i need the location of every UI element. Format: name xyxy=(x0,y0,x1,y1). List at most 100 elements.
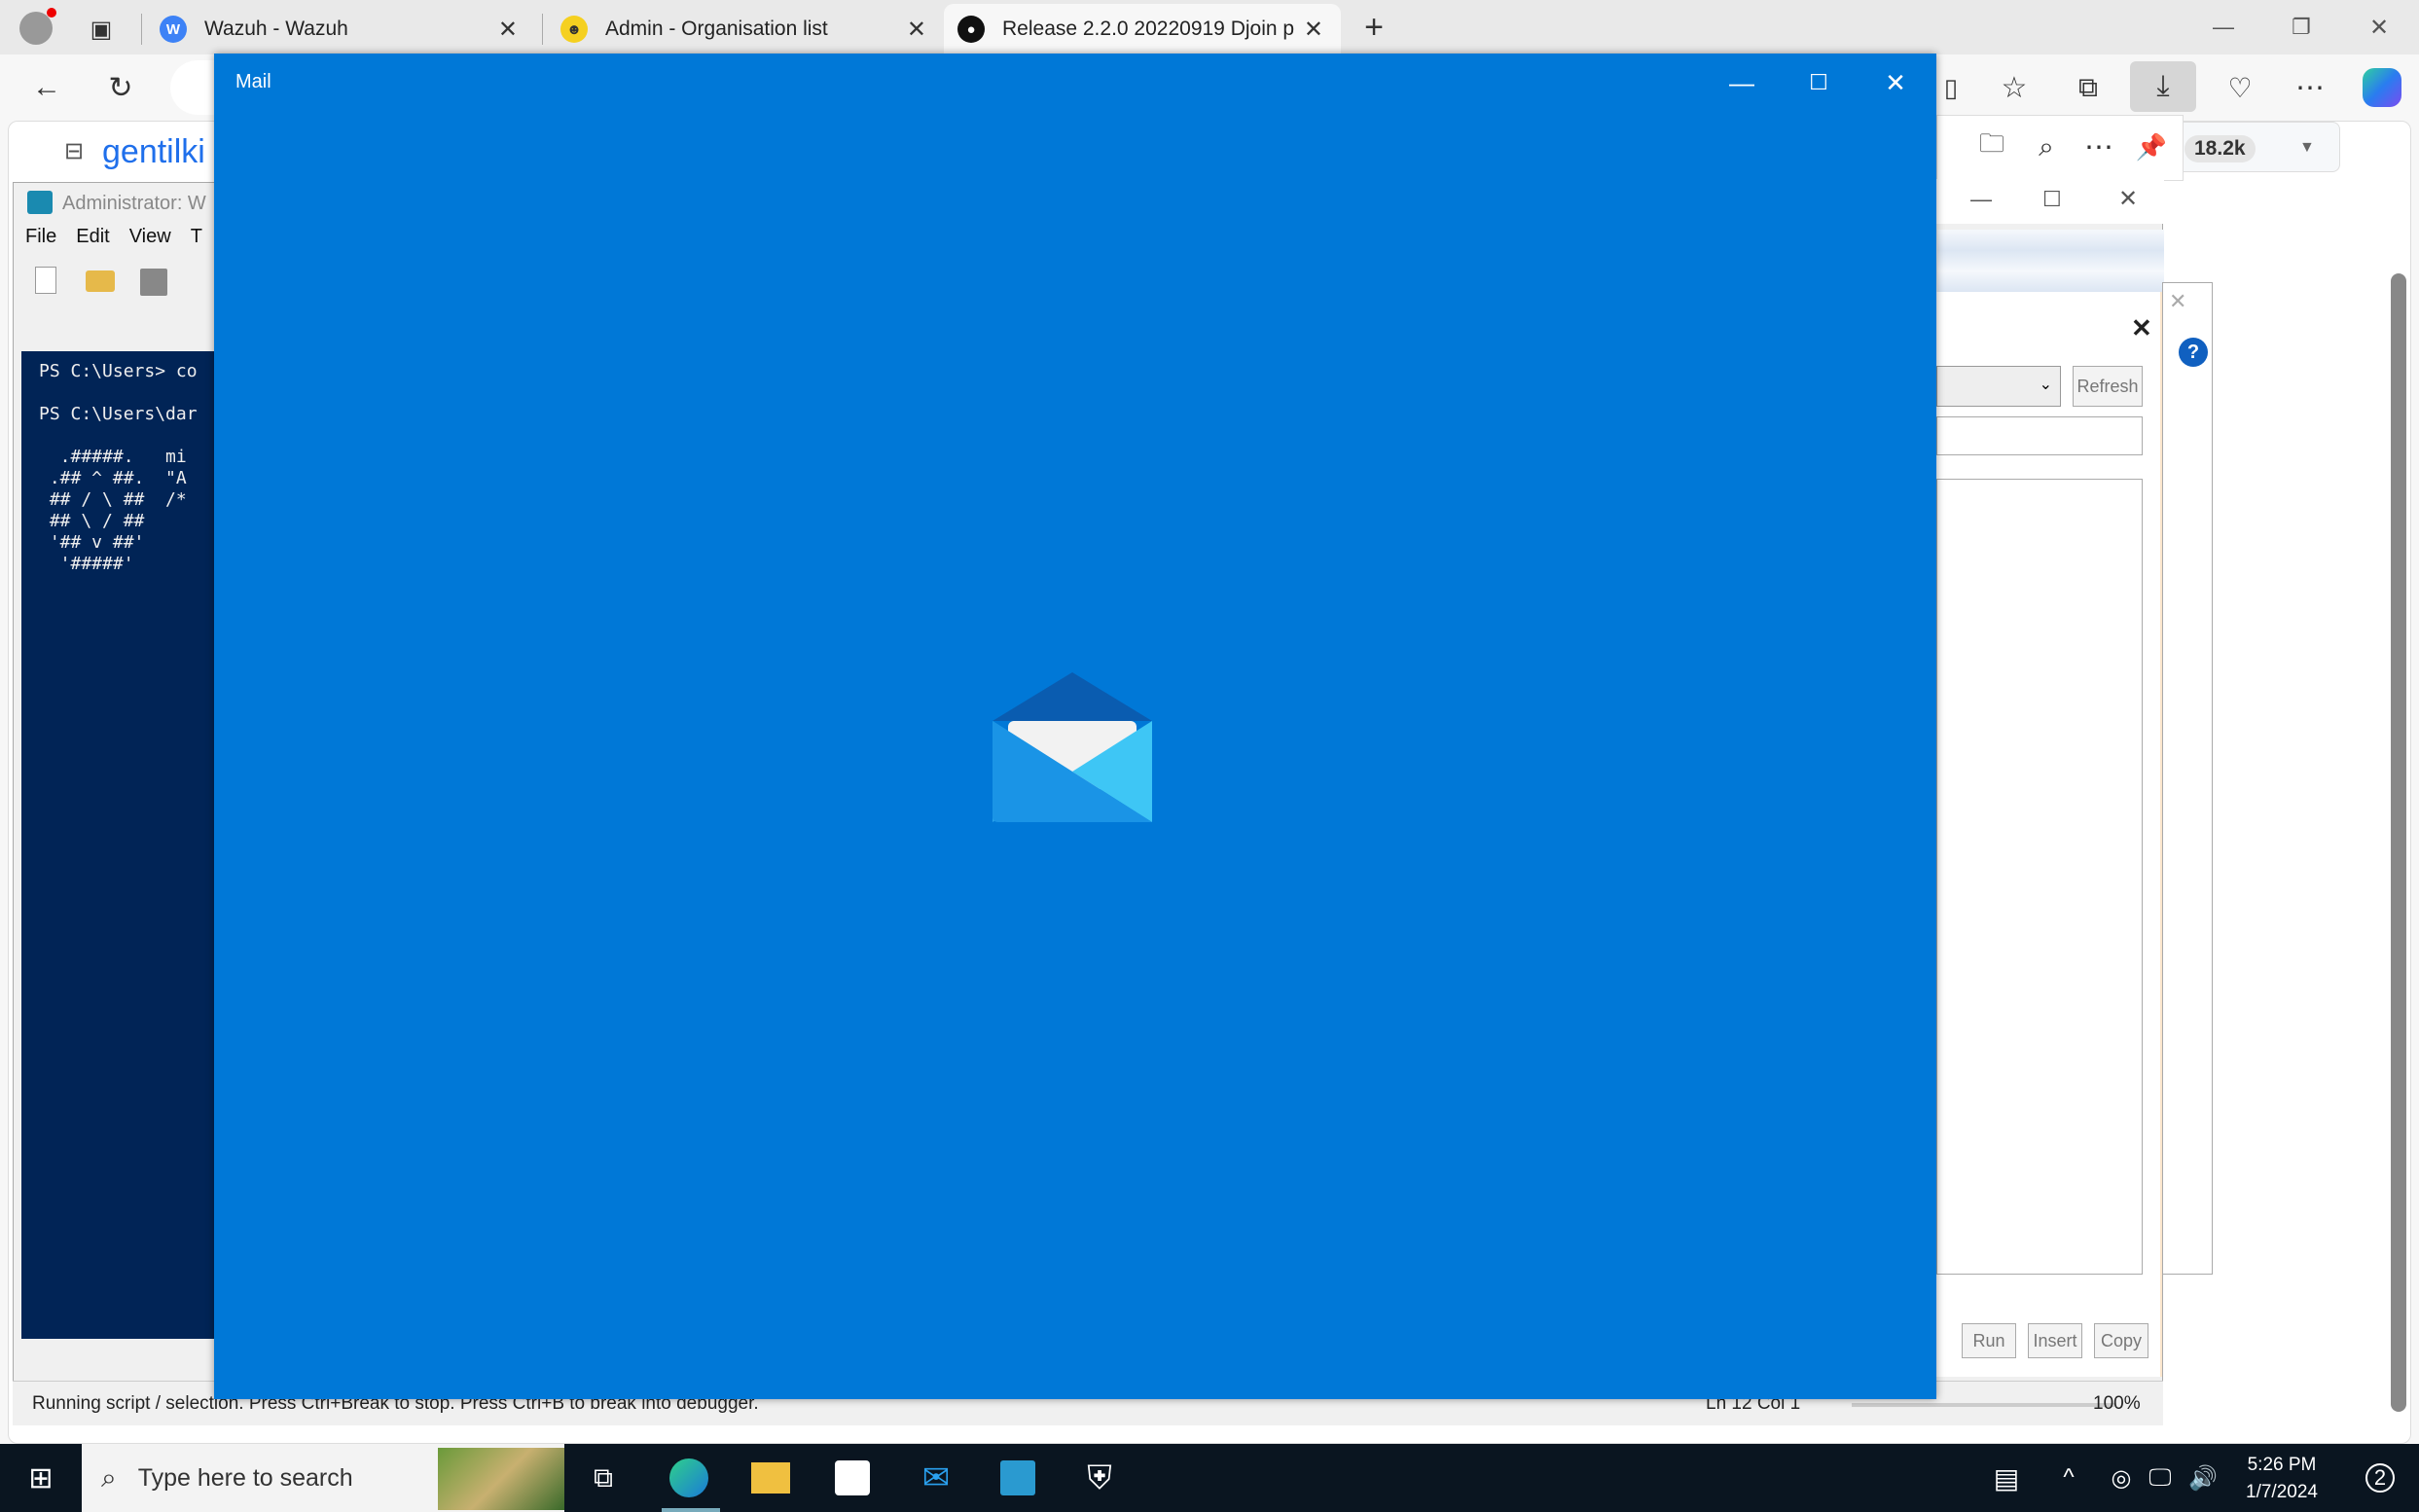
repo-icon: ⊟ xyxy=(63,137,85,164)
close-tab-icon[interactable]: ✕ xyxy=(498,16,518,44)
search-icon[interactable]: ⌕ xyxy=(2027,127,2066,166)
collections-icon[interactable]: ⧉ xyxy=(2065,66,2112,109)
console-line: PS C:\Users> co xyxy=(39,361,198,381)
github-icon: ● xyxy=(957,16,985,43)
browser-tab-bar: ▣ W Wazuh - Wazuh ✕ ☻ Admin - Organisatio… xyxy=(0,0,2419,54)
mail-icon[interactable]: ✉ xyxy=(901,1444,971,1512)
edge-icon[interactable] xyxy=(654,1444,724,1512)
file-explorer-icon[interactable] xyxy=(736,1444,806,1512)
menu-tools[interactable]: T xyxy=(191,226,202,255)
tab-release[interactable]: ● Release 2.2.0 20220919 Djoin pa ✕ xyxy=(944,4,1341,54)
run-button[interactable]: Run xyxy=(1962,1323,2016,1358)
back-icon[interactable]: ← xyxy=(25,66,68,109)
taskbar: ⊞ ⌕ Type here to search ⧉ ✉ ⛨ ▤ ^ ◎ 🖵 🔊 … xyxy=(0,1444,2419,1512)
pin-icon[interactable]: 📌 xyxy=(2132,127,2171,166)
volume-icon[interactable]: 🔊 xyxy=(2184,1444,2222,1512)
refresh-icon[interactable]: ↻ xyxy=(99,66,142,109)
console-line: '#####' xyxy=(39,554,134,574)
notifications-button[interactable]: 2 xyxy=(2345,1444,2415,1512)
active-indicator xyxy=(662,1508,720,1512)
console-line: ## / \ ## /* xyxy=(39,489,187,510)
close-tab-icon[interactable]: ✕ xyxy=(1304,16,1323,44)
console-line: '## v ##' xyxy=(39,532,145,553)
window-title: Administrator: W xyxy=(62,193,206,214)
close-tab-icon[interactable]: ✕ xyxy=(907,16,926,44)
clock[interactable]: 5:26 PM 1/7/2024 xyxy=(2228,1452,2335,1506)
insert-button[interactable]: Insert xyxy=(2028,1323,2082,1358)
close-pane-icon[interactable]: ✕ xyxy=(2131,313,2152,343)
admin-icon: ☻ xyxy=(560,16,588,43)
console-line: ## \ / ## xyxy=(39,511,145,531)
console-line: .#####. mi xyxy=(39,447,187,467)
save-icon[interactable] xyxy=(140,269,167,296)
start-button[interactable]: ⊞ xyxy=(6,1444,76,1512)
mail-window: Mail — ☐ ✕ xyxy=(214,54,1936,1399)
help-icon[interactable]: ? xyxy=(2179,338,2208,367)
name-input[interactable] xyxy=(1936,416,2143,455)
console-line: PS C:\Users\dar xyxy=(39,404,198,424)
show-hidden-icons[interactable]: ^ xyxy=(2049,1444,2088,1512)
more-icon[interactable]: ⋯ xyxy=(2287,66,2333,109)
menu-file[interactable]: File xyxy=(25,226,56,255)
notification-count: 2 xyxy=(2365,1463,2395,1493)
menu-view[interactable]: View xyxy=(129,226,171,255)
zoom-level: 100% xyxy=(2093,1393,2141,1414)
news-icon[interactable]: ▤ xyxy=(1971,1444,2041,1512)
console-pane[interactable]: PS C:\Users> co PS C:\Users\dar .#####. … xyxy=(21,351,216,1339)
module-select[interactable]: ⌄ xyxy=(1936,366,2061,407)
notification-dot xyxy=(47,8,56,18)
copilot-icon[interactable] xyxy=(2363,68,2401,107)
search-icon: ⌕ xyxy=(101,1461,117,1493)
refresh-button[interactable]: Refresh xyxy=(2073,366,2143,407)
minimize-icon[interactable]: — xyxy=(2199,10,2248,45)
clock-date: 1/7/2024 xyxy=(2246,1482,2318,1502)
minimize-icon[interactable]: — xyxy=(1713,63,1771,102)
ise-title-controls: — ☐ ✕ xyxy=(1935,179,2164,224)
network-icon[interactable]: 🖵 xyxy=(2141,1444,2180,1512)
tab-admin[interactable]: ☻ Admin - Organisation list ✕ xyxy=(547,4,944,54)
dropdown-icon[interactable]: ▼ xyxy=(2299,139,2315,157)
profile-avatar[interactable] xyxy=(19,12,53,45)
close-icon[interactable]: ✕ xyxy=(2118,185,2138,213)
browser-essentials-icon[interactable]: ♡ xyxy=(2217,66,2263,109)
task-view-icon[interactable]: ⧉ xyxy=(568,1444,638,1512)
store-icon[interactable] xyxy=(817,1444,887,1512)
repo-name-link[interactable]: gentilki xyxy=(102,133,205,171)
meet-now-icon[interactable]: ◎ xyxy=(2102,1444,2141,1512)
split-screen-icon[interactable]: ▯ xyxy=(1936,66,1966,109)
commands-list[interactable] xyxy=(1936,479,2143,1275)
mail-envelope-icon xyxy=(993,672,1152,822)
search-highlight-image xyxy=(438,1448,564,1510)
new-tab-button[interactable]: + xyxy=(1353,8,1395,47)
new-file-icon[interactable] xyxy=(35,267,56,294)
powershell-ise-icon[interactable] xyxy=(983,1444,1053,1512)
copy-button[interactable]: Copy xyxy=(2094,1323,2148,1358)
commands-pane: ✕ ⌄ Refresh Run Insert Copy xyxy=(1936,292,2162,1377)
windows-security-icon[interactable]: ⛨ xyxy=(1065,1444,1135,1512)
close-icon[interactable]: ✕ xyxy=(2355,10,2403,45)
minimize-icon[interactable]: — xyxy=(1970,187,1992,212)
tab-wazuh[interactable]: W Wazuh - Wazuh ✕ xyxy=(146,4,535,54)
ribbon-band xyxy=(1937,230,2164,292)
restore-icon[interactable]: ❐ xyxy=(2277,10,2326,45)
mail-title: Mail xyxy=(235,71,271,92)
search-placeholder: Type here to search xyxy=(137,1463,353,1492)
open-folder-icon[interactable]: 🗀 xyxy=(1972,127,2011,166)
open-icon[interactable] xyxy=(86,270,115,292)
maximize-icon[interactable]: ☐ xyxy=(2042,187,2062,212)
zoom-slider[interactable] xyxy=(1852,1403,2114,1407)
page-scrollbar[interactable] xyxy=(2391,273,2406,1412)
star-count: 18.2k xyxy=(2184,135,2256,162)
menu-edit[interactable]: Edit xyxy=(76,226,109,255)
maximize-icon[interactable]: ☐ xyxy=(1789,63,1848,102)
console-line: .## ^ ##. "A xyxy=(39,468,187,488)
more-options-icon[interactable]: ⋯ xyxy=(2079,127,2118,166)
clock-time: 5:26 PM xyxy=(2247,1455,2317,1475)
downloads-icon[interactable]: ⤓ xyxy=(2130,61,2196,112)
close-icon[interactable]: ✕ xyxy=(1866,63,1925,102)
tab-actions-icon[interactable]: ▣ xyxy=(84,12,119,47)
favorites-icon[interactable]: ☆ xyxy=(1991,66,2038,109)
close-icon[interactable]: ✕ xyxy=(2169,289,2186,314)
